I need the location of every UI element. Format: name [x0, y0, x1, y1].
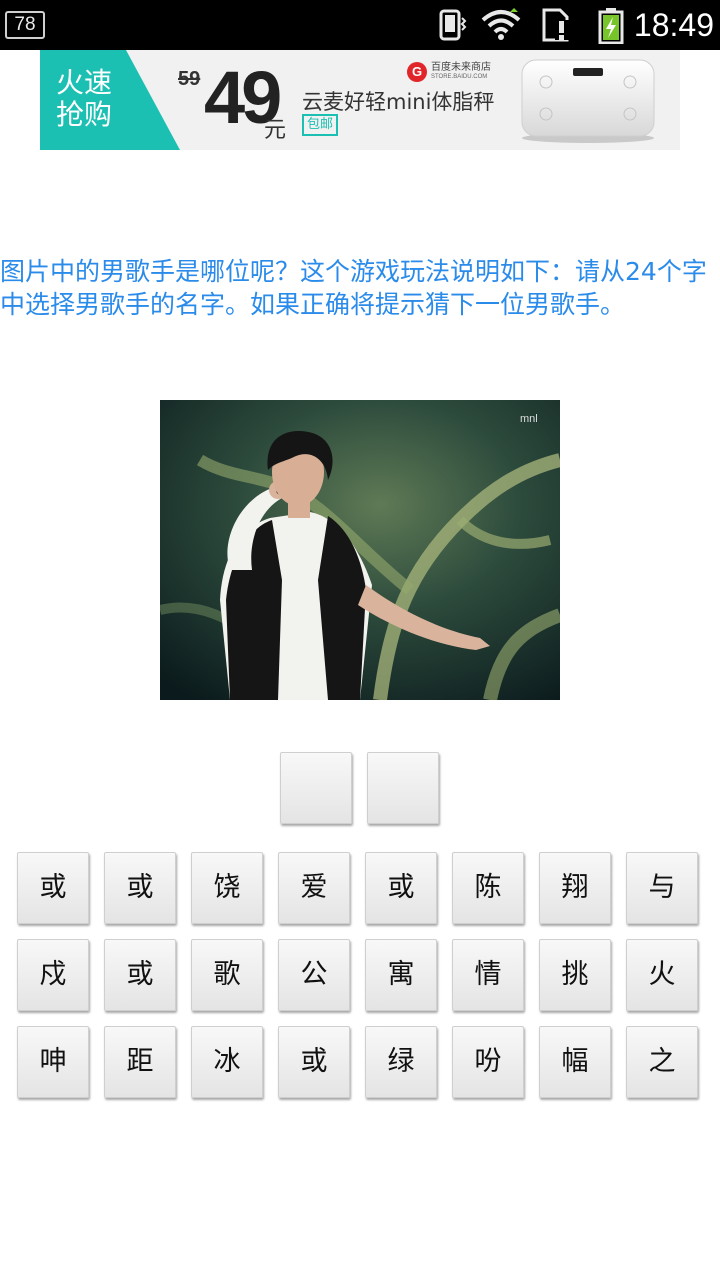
char-button[interactable]: 幅 [539, 1026, 611, 1098]
sim-alert-icon [542, 8, 569, 42]
char-button[interactable]: 戍 [17, 939, 89, 1011]
vibrate-icon [439, 9, 467, 41]
status-clock: 18:49 [633, 7, 714, 43]
char-button[interactable]: 吩 [452, 1026, 524, 1098]
ad-free-shipping-badge: 包邮 [302, 114, 339, 136]
char-button[interactable]: 冰 [191, 1026, 263, 1098]
battery-charging-icon [598, 8, 624, 44]
answer-slot[interactable] [280, 752, 352, 824]
char-button[interactable]: 或 [278, 1026, 350, 1098]
char-button[interactable]: 挑 [539, 939, 611, 1011]
wifi-icon [481, 8, 521, 40]
char-button[interactable]: 歌 [191, 939, 263, 1011]
question-text: 图片中的男歌手是哪位呢？这个游戏玩法说明如下：请从24个字中选择男歌手的名字。如… [0, 257, 707, 319]
answer-slot[interactable] [367, 752, 439, 824]
char-button[interactable]: 饶 [191, 852, 263, 924]
char-button[interactable]: 绿 [365, 1026, 437, 1098]
char-button[interactable]: 或 [365, 852, 437, 924]
char-button[interactable]: 或 [104, 939, 176, 1011]
char-button[interactable]: 陈 [452, 852, 524, 924]
ad-store-name: 百度未来商店 [431, 62, 491, 73]
ad-old-price: 59 [178, 68, 201, 90]
char-button[interactable]: 之 [626, 1026, 698, 1098]
body-fat-scale-image [521, 59, 655, 143]
notification-count-badge: 78 [5, 11, 45, 39]
singer-photo: mnl [160, 400, 560, 700]
char-button[interactable]: 爱 [278, 852, 350, 924]
char-button[interactable]: 情 [452, 939, 524, 1011]
char-button[interactable]: 火 [626, 939, 698, 1011]
status-bar: 78 18:49 [0, 0, 720, 50]
char-button[interactable]: 距 [104, 1026, 176, 1098]
char-button[interactable]: 或 [17, 852, 89, 924]
ad-banner[interactable]: 火速抢购 59 49 元 G 百度未来商店 STORE.BAIDU.COM 云麦… [40, 50, 680, 150]
ad-product-name: 云麦好轻mini体脂秤 [302, 90, 495, 114]
ad-flash-sale-label: 火速抢购 [56, 66, 113, 131]
char-button[interactable]: 寓 [365, 939, 437, 1011]
svg-text:mnl: mnl [520, 413, 538, 425]
char-button[interactable]: 呻 [17, 1026, 89, 1098]
char-button[interactable]: 翔 [539, 852, 611, 924]
baidu-store-logo-icon: G [407, 62, 427, 82]
char-button[interactable]: 公 [278, 939, 350, 1011]
ad-store-url: STORE.BAIDU.COM [431, 74, 488, 80]
char-button[interactable]: 与 [626, 852, 698, 924]
ad-currency: 元 [264, 118, 287, 143]
char-button[interactable]: 或 [104, 852, 176, 924]
